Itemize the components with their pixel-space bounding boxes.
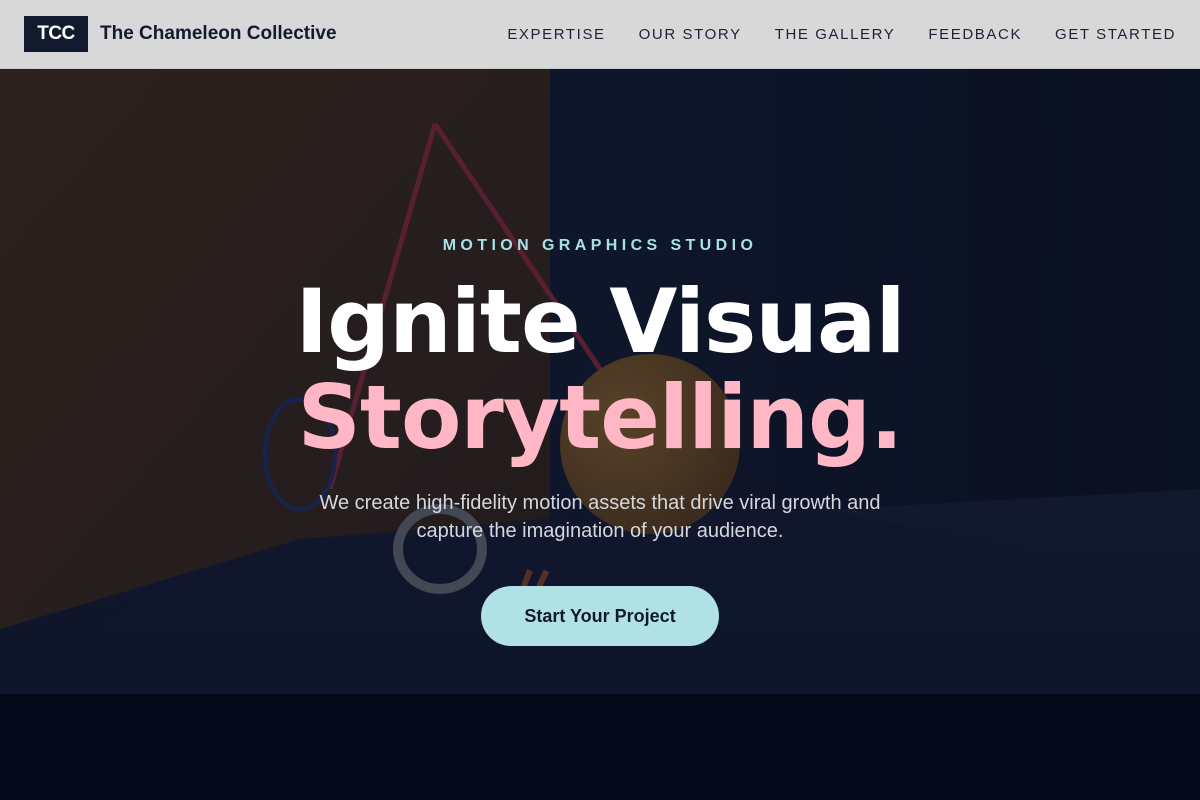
nav-get-started[interactable]: GET STARTED: [1055, 26, 1176, 43]
site-header: TC C The Chameleon Collective EXPERTISE O…: [0, 0, 1200, 69]
logo-text-main: TC: [37, 23, 62, 44]
headline-line-2: Storytelling.: [297, 366, 904, 469]
headline-line-1: Ignite Visual: [295, 270, 905, 373]
nav-feedback[interactable]: FEEDBACK: [928, 26, 1022, 43]
hero-subtitle: We create high-fidelity motion assets th…: [319, 492, 881, 542]
nav-expertise[interactable]: EXPERTISE: [507, 26, 605, 43]
logo-text-accent: C: [61, 23, 76, 44]
logo: TC C: [24, 16, 88, 52]
next-section: [0, 694, 1200, 800]
brand-home-link[interactable]: TC C The Chameleon Collective: [24, 16, 337, 52]
brand-name: The Chameleon Collective: [100, 23, 337, 44]
nav-our-story[interactable]: OUR STORY: [639, 26, 742, 43]
hero-section: MOTION GRAPHICS STUDIO Ignite Visual Sto…: [0, 69, 1200, 694]
main-nav: EXPERTISE OUR STORY THE GALLERY FEEDBACK…: [507, 26, 1176, 43]
nav-the-gallery[interactable]: THE GALLERY: [775, 26, 896, 43]
hero-content: MOTION GRAPHICS STUDIO Ignite Visual Sto…: [0, 69, 1200, 694]
start-project-button[interactable]: Start Your Project: [481, 586, 719, 646]
hero-eyebrow: MOTION GRAPHICS STUDIO: [442, 237, 758, 254]
